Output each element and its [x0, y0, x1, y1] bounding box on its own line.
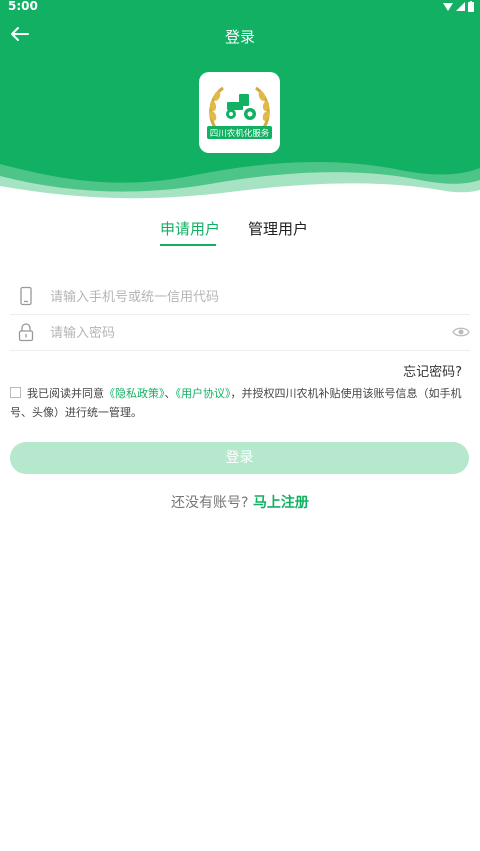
- user-agreement-link[interactable]: 《用户协议》: [176, 387, 231, 400]
- battery-icon: [468, 1, 474, 12]
- login-button[interactable]: 登录: [10, 442, 469, 474]
- phone-input[interactable]: [48, 284, 432, 310]
- tab-apply-user[interactable]: 申请用户: [160, 218, 220, 239]
- tractor-logo-icon: 四川农机化服务: [207, 86, 272, 139]
- signal-icon: [456, 2, 465, 11]
- logo-text: 四川农机化服务: [210, 128, 270, 139]
- password-input[interactable]: [48, 320, 432, 346]
- register-prompt: 还没有账号?: [171, 495, 249, 511]
- app-logo: 四川农机化服务: [199, 72, 280, 153]
- agreement-separator: 、: [164, 387, 176, 400]
- status-time: 5:00: [8, 0, 38, 13]
- eye-icon[interactable]: [452, 325, 470, 339]
- privacy-policy-link[interactable]: 《隐私政策》: [104, 387, 165, 400]
- active-tab-indicator: [160, 244, 216, 246]
- password-field: [10, 314, 470, 351]
- status-bar: 5:00: [0, 0, 480, 14]
- agreement-text: 我已阅读并同意《隐私政策》、《用户协议》，并授权四川农机补贴使用该账号信息（如手…: [10, 384, 470, 422]
- phone-icon: [20, 286, 32, 306]
- status-icons: [443, 1, 474, 12]
- agreement-prefix: 我已阅读并同意: [27, 387, 104, 400]
- user-type-tabs: 申请用户 管理用户: [0, 218, 480, 248]
- wifi-icon: [443, 3, 453, 11]
- agreement-checkbox[interactable]: [10, 387, 21, 398]
- phone-field: [10, 278, 470, 315]
- forgot-password-link[interactable]: 忘记密码?: [403, 361, 462, 380]
- page-title: 登录: [224, 28, 255, 46]
- header-wave: [0, 162, 480, 210]
- tab-admin-user[interactable]: 管理用户: [248, 218, 308, 239]
- lock-icon: [18, 323, 34, 342]
- register-row: 还没有账号? 马上注册: [0, 492, 480, 512]
- register-link[interactable]: 马上注册: [253, 495, 309, 511]
